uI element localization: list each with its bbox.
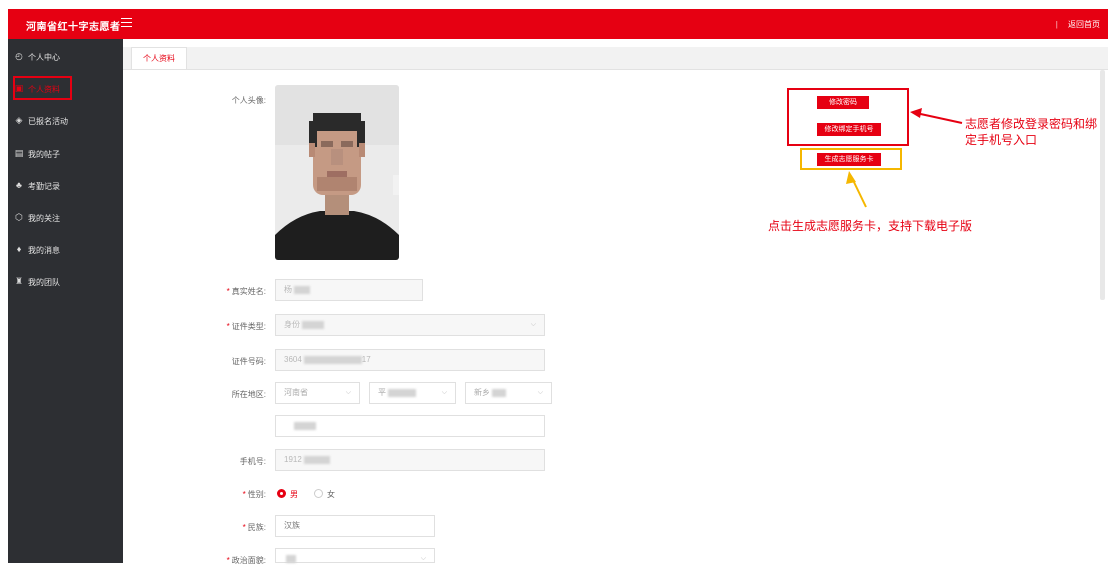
red-arrow-head: [910, 108, 922, 118]
password-phone-annotation: 志愿者修改登录密码和绑 定手机号入口: [965, 116, 1105, 148]
annotation-line-1: 志愿者修改登录密码和绑: [965, 117, 1098, 131]
annotation-arrows: [846, 108, 963, 208]
service-card-annotation: 点击生成志愿服务卡，支持下载电子版: [768, 219, 973, 233]
annotation-line-2: 定手机号入口: [965, 133, 1038, 147]
yellow-arrow-head: [846, 171, 856, 184]
red-arrow-line: [915, 112, 963, 124]
